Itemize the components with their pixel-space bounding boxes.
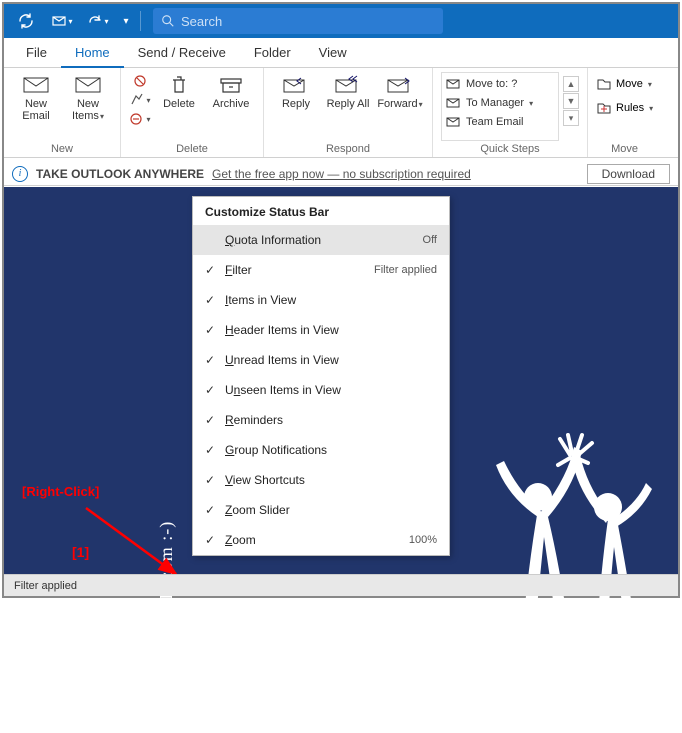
context-menu-item[interactable]: ✓ View Shortcuts — [193, 465, 449, 495]
context-menu-item-label: Items in View — [225, 293, 437, 307]
context-menu-customize-statusbar: Customize Status Bar Quota Information Of… — [192, 196, 450, 556]
ignore-button[interactable] — [129, 72, 151, 90]
search-box[interactable]: Search — [153, 8, 443, 34]
context-menu-item[interactable]: ✓ Items in View — [193, 285, 449, 315]
sync-button[interactable] — [10, 7, 42, 35]
quickstep-down-button[interactable]: ▼ — [563, 93, 579, 109]
context-menu-item-value: 100% — [409, 534, 437, 546]
rules-button[interactable]: Rules▾ — [596, 98, 653, 118]
ribbon-group-label: New — [12, 141, 112, 155]
tab-file[interactable]: File — [12, 39, 61, 66]
menubar: File Home Send / Receive Folder View — [4, 38, 678, 68]
checkmark-icon: ✓ — [203, 443, 217, 457]
ribbon-group-new: New Email New Items▾ New — [4, 68, 121, 157]
context-menu-item-label: Filter — [225, 263, 366, 277]
context-menu-item-label: Unseen Items in View — [225, 383, 437, 397]
checkmark-icon: ✓ — [203, 473, 217, 487]
checkmark-icon: ✓ — [203, 293, 217, 307]
checkmark-icon: ✓ — [203, 353, 217, 367]
undo-button[interactable]: ▾ — [82, 7, 114, 35]
delete-button[interactable]: Delete — [155, 72, 203, 141]
infobar-subtext: Get the free app now — no subscription r… — [212, 167, 471, 181]
context-menu-item-label: Zoom — [225, 533, 401, 547]
trash-icon — [165, 74, 193, 96]
forward-icon — [386, 74, 414, 96]
info-bar: i TAKE OUTLOOK ANYWHERE Get the free app… — [4, 162, 678, 186]
context-menu-title: Customize Status Bar — [193, 197, 449, 225]
checkmark-icon: ✓ — [203, 383, 217, 397]
junk-button[interactable]: ▾ — [129, 110, 151, 128]
context-menu-item-value: Filter applied — [374, 264, 437, 276]
context-menu-item-label: Zoom Slider — [225, 503, 437, 517]
checkmark-icon: ✓ — [203, 503, 217, 517]
context-menu-item[interactable]: ✓ Header Items in View — [193, 315, 449, 345]
context-menu-item[interactable]: ✓ Unread Items in View — [193, 345, 449, 375]
archive-button[interactable]: Archive — [207, 72, 255, 141]
ribbon: New Email New Items▾ New ▾ ▾ — [4, 68, 678, 158]
ribbon-group-delete: ▾ ▾ Delete Archive Delete — [121, 68, 264, 157]
reply-all-button[interactable]: Reply All — [324, 72, 372, 141]
new-items-button[interactable]: New Items▾ — [64, 72, 112, 141]
mascot-graphic — [478, 417, 658, 677]
reply-icon — [282, 74, 310, 96]
quickstep-to-manager[interactable]: To Manager▾ — [446, 94, 554, 112]
annotation-arrow — [78, 504, 188, 585]
envelope-icon — [22, 74, 50, 96]
send-all-button[interactable]: ▾ — [46, 7, 78, 35]
context-menu-item-label: Reminders — [225, 413, 437, 427]
reply-all-icon — [334, 74, 362, 96]
quickstep-more-button[interactable]: ▾ — [563, 110, 579, 126]
ribbon-group-label: Delete — [129, 141, 255, 155]
search-placeholder: Search — [181, 14, 222, 29]
context-menu-item[interactable]: ✓ Zoom 100% — [193, 525, 449, 555]
tab-send-receive[interactable]: Send / Receive — [124, 39, 240, 66]
context-menu-item[interactable]: ✓ Filter Filter applied — [193, 255, 449, 285]
qat-customize-button[interactable]: ▾ — [118, 7, 134, 35]
checkmark-icon: ✓ — [203, 533, 217, 547]
context-menu-item-label: Quota Information — [225, 233, 415, 247]
move-button[interactable]: Move▾ — [596, 74, 653, 94]
cleanup-button[interactable]: ▾ — [129, 91, 151, 109]
search-icon — [161, 14, 175, 28]
envelope-icon — [74, 74, 102, 96]
quickstep-move-to[interactable]: Move to: ? — [446, 75, 554, 93]
context-menu-item-label: Group Notifications — [225, 443, 437, 457]
info-icon: i — [12, 166, 28, 182]
context-menu-item-label: View Shortcuts — [225, 473, 437, 487]
infobar-headline: TAKE OUTLOOK ANYWHERE — [36, 167, 204, 181]
reply-button[interactable]: Reply — [272, 72, 320, 141]
new-email-button[interactable]: New Email — [12, 72, 60, 141]
tab-folder[interactable]: Folder — [240, 39, 305, 66]
context-menu-item[interactable]: ✓ Group Notifications — [193, 435, 449, 465]
ribbon-group-label: Move — [596, 141, 653, 155]
ribbon-group-respond: Reply Reply All Forward▾ Respond — [264, 68, 433, 157]
context-menu-item[interactable]: ✓ Reminders — [193, 405, 449, 435]
ribbon-group-label: Quick Steps — [441, 141, 579, 155]
annotation-right-click: [Right-Click] — [22, 484, 99, 499]
ribbon-group-label: Respond — [272, 141, 424, 155]
quickstep-up-button[interactable]: ▲ — [563, 76, 579, 92]
tab-view[interactable]: View — [305, 39, 361, 66]
checkmark-icon: ✓ — [203, 413, 217, 427]
ribbon-group-quicksteps: Move to: ? To Manager▾ Team Email ▲ ▼ ▾ — [433, 68, 588, 157]
forward-button[interactable]: Forward▾ — [376, 72, 424, 141]
context-menu-item-label: Header Items in View — [225, 323, 437, 337]
tab-home[interactable]: Home — [61, 39, 124, 68]
context-menu-item-label: Unread Items in View — [225, 353, 437, 367]
statusbar-filter-label: Filter applied — [14, 580, 77, 592]
ribbon-group-move: Move▾ Rules▾ Move — [588, 68, 661, 157]
separator — [140, 11, 141, 31]
quickstep-team-email[interactable]: Team Email — [446, 113, 554, 131]
archive-icon — [217, 74, 245, 96]
context-menu-item[interactable]: Quota Information Off — [193, 225, 449, 255]
checkmark-icon: ✓ — [203, 263, 217, 277]
status-bar[interactable]: Filter applied — [4, 574, 678, 596]
context-menu-item-value: Off — [423, 234, 437, 246]
context-menu-item[interactable]: ✓ Unseen Items in View — [193, 375, 449, 405]
checkmark-icon: ✓ — [203, 323, 217, 337]
context-menu-item[interactable]: ✓ Zoom Slider — [193, 495, 449, 525]
titlebar: ▾ ▾ ▾ Search — [4, 4, 678, 38]
download-button[interactable]: Download — [587, 164, 670, 184]
